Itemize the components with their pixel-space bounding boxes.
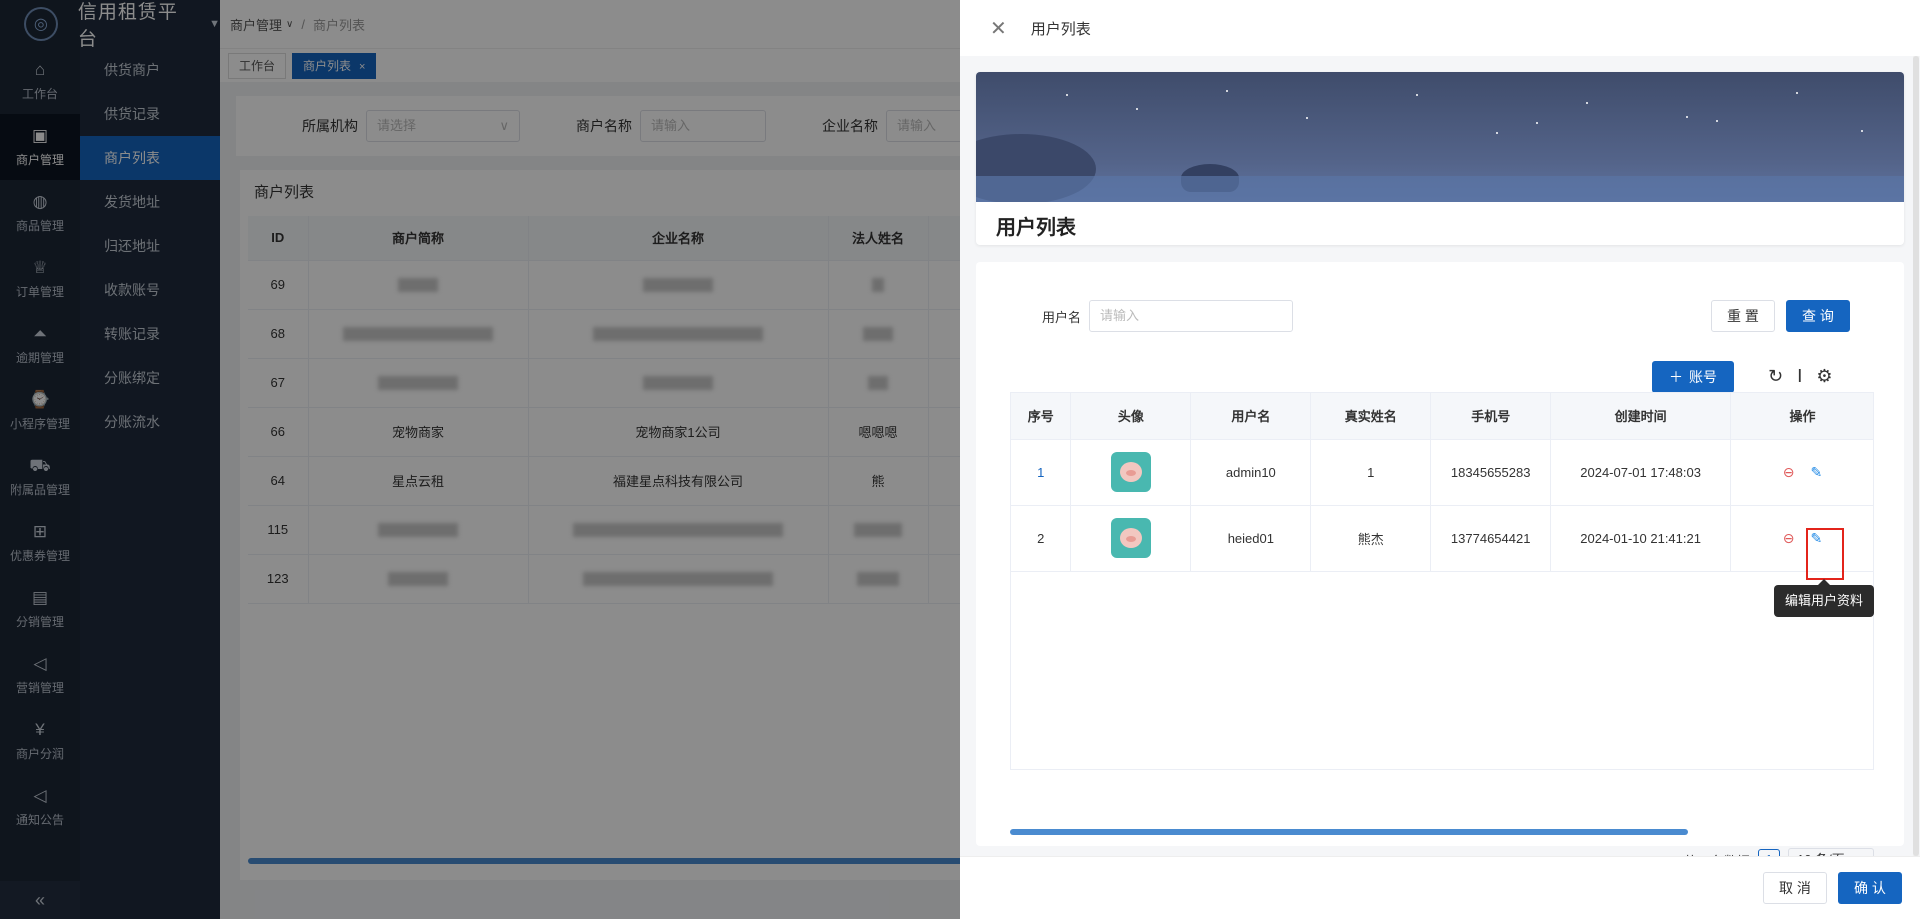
star bbox=[1586, 102, 1588, 104]
gear-icon[interactable]: ⚙ bbox=[1816, 366, 1832, 387]
column-header: 真实姓名 bbox=[1310, 393, 1432, 440]
drawer-header: ✕ 用户列表 bbox=[960, 0, 1920, 56]
table-horizontal-scrollbar[interactable] bbox=[1010, 829, 1688, 835]
refresh-icon[interactable]: ↻ bbox=[1768, 366, 1783, 387]
table-row: 1 admin10 1 18345655283 2024-07-01 17:48… bbox=[1011, 439, 1873, 506]
drawer-vertical-scrollbar[interactable] bbox=[1913, 56, 1919, 856]
star bbox=[1686, 116, 1688, 118]
add-account-button[interactable]: ＋账号 bbox=[1652, 361, 1734, 393]
star bbox=[1796, 92, 1798, 94]
drawer-body: 用户列表 用户名 请输入 重 置 查 询 ＋账号 ↻ Ⅰ ⚙ 序号 头像 用户名… bbox=[960, 56, 1920, 872]
star bbox=[1496, 132, 1498, 134]
pig-avatar-icon bbox=[1119, 528, 1142, 548]
star bbox=[1861, 130, 1863, 132]
banner-card: 用户列表 bbox=[976, 72, 1904, 245]
app-root: ◎ 信用租赁平台 ▼ ⌂ 工作台 ▣ 商户管理 ◍ 商品管理 ♕ 订单管理 ⏶ 逾期管理 … bbox=[0, 0, 1920, 919]
username-input[interactable]: 请输入 bbox=[1089, 300, 1294, 332]
table-tools: ↻ Ⅰ ⚙ bbox=[1768, 366, 1833, 387]
drawer-footer: 取 消 确 认 bbox=[960, 856, 1920, 919]
banner-image bbox=[976, 72, 1904, 202]
close-icon[interactable]: ✕ bbox=[990, 16, 1007, 41]
user-panel: 用户名 请输入 重 置 查 询 ＋账号 ↻ Ⅰ ⚙ 序号 头像 用户名 真实姓名… bbox=[976, 262, 1904, 872]
water bbox=[976, 176, 1904, 202]
edit-icon[interactable]: ✎ bbox=[1811, 464, 1823, 481]
star bbox=[1306, 117, 1308, 119]
star bbox=[1226, 90, 1228, 92]
column-header: 序号 bbox=[1011, 393, 1072, 440]
star bbox=[1136, 108, 1138, 110]
column-header: 用户名 bbox=[1190, 393, 1312, 440]
user-search: 用户名 请输入 bbox=[1042, 300, 1294, 332]
avatar[interactable] bbox=[1110, 518, 1151, 558]
username-label: 用户名 bbox=[1042, 309, 1082, 325]
user-table: 序号 头像 用户名 真实姓名 手机号 创建时间 操作 1 admin10 1 1… bbox=[1010, 392, 1874, 770]
column-header: 操作 bbox=[1730, 393, 1873, 440]
highlight-box bbox=[1806, 528, 1844, 580]
reset-button[interactable]: 重 置 bbox=[1711, 300, 1775, 332]
column-height-icon[interactable]: Ⅰ bbox=[1797, 366, 1802, 387]
query-button[interactable]: 查 询 bbox=[1786, 300, 1850, 332]
star bbox=[1416, 94, 1418, 96]
star bbox=[1716, 120, 1718, 122]
star bbox=[1536, 122, 1538, 124]
cancel-button[interactable]: 取 消 bbox=[1763, 872, 1827, 904]
edit-tooltip: 编辑用户资料 bbox=[1774, 579, 1874, 617]
confirm-button[interactable]: 确 认 bbox=[1838, 872, 1902, 904]
pig-avatar-icon bbox=[1119, 462, 1142, 482]
star bbox=[1066, 94, 1068, 96]
banner-title: 用户列表 bbox=[996, 217, 1076, 239]
column-header: 手机号 bbox=[1430, 393, 1552, 440]
column-header: 头像 bbox=[1070, 393, 1192, 440]
avatar[interactable] bbox=[1110, 452, 1151, 492]
delete-icon[interactable]: ⊖ bbox=[1783, 530, 1795, 547]
plus-icon: ＋ bbox=[1669, 369, 1683, 385]
delete-icon[interactable]: ⊖ bbox=[1783, 464, 1795, 481]
drawer-title: 用户列表 bbox=[1030, 20, 1091, 38]
column-header: 创建时间 bbox=[1550, 393, 1732, 440]
table-row: 2 heied01 熊杰 13774654421 2024-01-10 21:4… bbox=[1011, 505, 1873, 572]
user-list-drawer: ✕ 用户列表 用户列表 用户名 请输入 重 置 查 询 ＋ 账号 ↻ Ⅰ ⚙ 序… bbox=[960, 0, 1920, 919]
